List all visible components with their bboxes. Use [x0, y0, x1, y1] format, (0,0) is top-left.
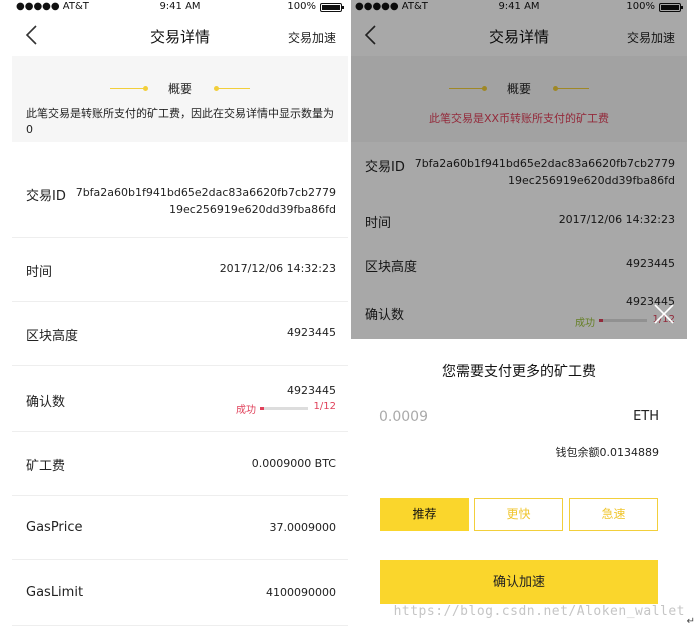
- summary-section: 概要 此笔交易是转账所支付的矿工费，因此在交易详情中显示数量为0: [12, 56, 348, 142]
- modal-backdrop[interactable]: [351, 0, 687, 339]
- confirm-progress-fill: [260, 407, 264, 410]
- battery-percent: 100%: [287, 1, 316, 12]
- row-label: 区块高度: [26, 329, 79, 344]
- option-recommended[interactable]: 推荐: [380, 498, 469, 531]
- status-bar: ●●●●● AT&T 9:41 AM 100%: [12, 0, 348, 14]
- left-screen: ●●●●● AT&T 9:41 AM 100% 交易详情 交易加速 概要 此笔交…: [12, 0, 348, 629]
- row-label: GasLimit: [26, 585, 84, 600]
- row-fee: 矿工费 0.0009000 BTC: [12, 432, 348, 496]
- speed-up-link[interactable]: 交易加速: [288, 29, 336, 46]
- row-gas-limit: GasLimit 4100090000: [12, 560, 348, 626]
- confirm-progress: [260, 407, 308, 410]
- row-value: 37.0009000: [269, 521, 336, 534]
- row-value: 2017/12/06 14:32:23: [219, 262, 336, 275]
- fee-unit: ETH: [633, 409, 659, 424]
- right-screen: ●●●●● AT&T 9:41 AM 100% 交易详情 交易加速 概要 此笔交…: [351, 0, 687, 629]
- row-label: 交易ID: [26, 189, 66, 204]
- row-label: 确认数: [26, 395, 66, 410]
- option-faster[interactable]: 更快: [474, 498, 563, 531]
- return-mark-icon: ↵: [686, 616, 695, 627]
- summary-heading: 概要: [167, 82, 192, 96]
- row-confirmations: 确认数 4923445 成功 1/12: [12, 366, 348, 432]
- row-block-height: 区块高度 4923445: [12, 302, 348, 366]
- confirm-speed-up-button[interactable]: 确认加速: [380, 560, 658, 604]
- row-value: 7bfa2a60b1f941bd65e2dac83a6620fb7cb27791…: [75, 186, 336, 216]
- row-value: 4100090000: [266, 586, 336, 599]
- speed-up-sheet: 您需要支付更多的矿工费 0.0009 ETH 钱包余额0.0134889 推荐 …: [351, 339, 687, 629]
- row-label: 矿工费: [26, 459, 66, 474]
- fee-input[interactable]: 0.0009: [379, 409, 428, 425]
- watermark: https://blog.csdn.net/Aloken_wallet: [393, 604, 685, 619]
- close-icon[interactable]: [653, 303, 675, 325]
- row-label: 时间: [26, 265, 53, 280]
- confirm-count: 1/12: [313, 401, 336, 412]
- row-label: GasPrice: [26, 520, 83, 535]
- row-value: 0.0009000 BTC: [251, 457, 336, 470]
- battery-icon: [320, 3, 344, 12]
- wallet-balance: 钱包余额0.0134889: [555, 446, 660, 459]
- row-value: 4923445: [287, 326, 336, 339]
- row-gas-price: GasPrice 37.0009000: [12, 496, 348, 560]
- nav-bar: 交易详情 交易加速: [12, 14, 348, 56]
- sheet-title: 您需要支付更多的矿工费: [442, 364, 596, 380]
- summary-note: 此笔交易是转账所支付的矿工费，因此在交易详情中显示数量为0: [26, 107, 334, 136]
- status-badge: 成功: [236, 405, 256, 416]
- row-txid: 交易ID 7bfa2a60b1f941bd65e2dac83a6620fb7cb…: [12, 142, 348, 238]
- divider: [216, 88, 250, 89]
- row-time: 时间 2017/12/06 14:32:23: [12, 238, 348, 302]
- option-fastest[interactable]: 急速: [569, 498, 658, 531]
- row-value: 4923445: [287, 384, 336, 397]
